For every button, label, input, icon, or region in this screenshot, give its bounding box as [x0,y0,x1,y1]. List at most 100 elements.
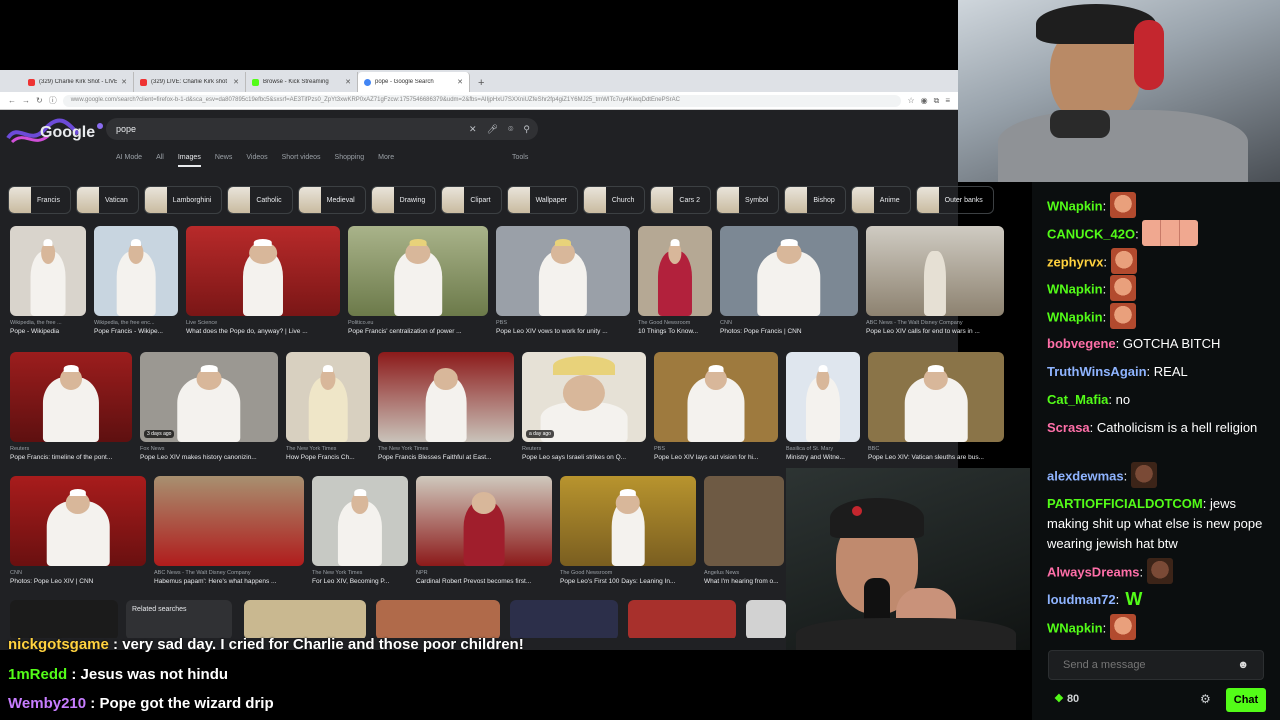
result-thumbnail[interactable] [868,352,1004,442]
close-icon[interactable]: ✕ [233,78,239,86]
result-thumbnail[interactable]: a day ago [522,352,646,442]
chat-username[interactable]: WNapkin [1047,309,1103,324]
chat-username[interactable]: Scrasa [1047,420,1090,435]
image-result[interactable]: Politico.eu Pope Francis' centralization… [348,226,488,335]
chip-wallpaper[interactable]: Wallpaper [506,186,578,214]
result-title[interactable]: Pope Leo XIV makes history canonizin... [140,454,278,461]
result-thumbnail[interactable] [378,352,514,442]
result-title[interactable]: Pope Francis - Wikipe... [94,328,178,335]
result-title[interactable]: Ministry and Witne... [786,454,860,461]
tab-shopping[interactable]: Shopping [335,154,365,167]
chip-drawing[interactable]: Drawing [370,186,437,214]
channel-points[interactable]: ❖ 80 [1054,692,1079,705]
chat-username[interactable]: bobvegene [1047,336,1116,351]
image-result[interactable]: Angelus News What I'm hearing from o... [704,476,784,585]
image-result[interactable]: The Good Newsroom Pope Leo's First 100 D… [560,476,696,585]
browser-tab-1[interactable]: (329) Charlie Kirk Shot - LIVE R ✕ [22,72,134,92]
chat-username[interactable]: loudman72 [1047,592,1116,607]
result-title[interactable]: Habemus papam': Here's what happens ... [154,578,304,585]
chip-anime[interactable]: Anime [850,186,911,214]
result-thumbnail[interactable] [746,600,786,638]
result-title[interactable]: What does the Pope do, anyway? | Live ..… [186,328,340,335]
chat-username[interactable]: WNapkin [1047,620,1103,635]
result-title[interactable]: How Pope Francis Ch... [286,454,370,461]
lens-icon[interactable]: ⌾ [508,124,513,135]
result-title[interactable]: What I'm hearing from o... [704,578,784,585]
new-tab-button[interactable]: + [470,77,492,92]
result-title[interactable]: Pope - Wikipedia [10,328,86,335]
extensions-icon[interactable]: ⧉ [934,96,940,106]
chat-username[interactable]: PARTIOFFICIALDOTCOM [1047,496,1203,511]
bookmark-star-icon[interactable]: ☆ [907,96,914,105]
chat-username[interactable]: Cat_Mafia [1047,392,1108,407]
result-title[interactable]: Pope Francis: timeline of the pont... [10,454,132,461]
search-input[interactable] [116,124,460,134]
result-thumbnail[interactable] [560,476,696,566]
result-thumbnail[interactable] [510,600,618,638]
image-result[interactable]: BBC Pope Leo XIV: Vatican sleuths are bu… [868,352,1004,461]
image-result[interactable]: Reuters Pope Francis: timeline of the po… [10,352,132,461]
close-icon[interactable]: ✕ [345,78,351,86]
browser-tab-3[interactable]: Browse - Kick Streaming ✕ [246,72,358,92]
chat-username[interactable]: WNapkin [1047,198,1103,213]
chip-clipart[interactable]: Clipart [441,186,502,214]
result-thumbnail[interactable] [638,226,712,316]
clear-icon[interactable]: ✕ [469,124,477,135]
result-thumbnail[interactable]: 3 days ago [140,352,278,442]
result-thumbnail[interactable] [94,226,178,316]
image-result[interactable]: NPR Cardinal Robert Prevost becomes firs… [416,476,552,585]
image-result[interactable]: PBS Pope Leo XIV vows to work for unity … [496,226,630,335]
image-result[interactable]: Basilica of St. Mary Ministry and Witne.… [786,352,860,461]
forward-icon[interactable]: → [22,96,30,105]
result-thumbnail[interactable] [866,226,1004,316]
chip-symbol[interactable]: Symbol [716,186,780,214]
chat-username[interactable]: alexdewmas [1047,468,1124,483]
result-thumbnail[interactable] [312,476,408,566]
result-thumbnail[interactable] [286,352,370,442]
result-title[interactable]: Cardinal Robert Prevost becomes first... [416,578,552,585]
image-result[interactable]: Wikipedia, the free enc... Pope Francis … [94,226,178,335]
result-thumbnail[interactable] [416,476,552,566]
image-result[interactable]: The New York Times For Leo XIV, Becoming… [312,476,408,585]
chat-send-button[interactable]: Chat [1226,688,1266,712]
result-thumbnail[interactable] [376,600,500,638]
browser-tab-2[interactable]: (329) LIVE: Charlie Kirk shot an ✕ [134,72,246,92]
gear-icon[interactable]: ⚙ [1200,692,1211,706]
image-result[interactable]: Wikipedia, the free ... Pope - Wikipedia [10,226,86,335]
url-field[interactable]: www.google.com/search?client=firefox-b-1… [62,94,902,107]
chip-medieval[interactable]: Medieval [297,186,366,214]
related-searches[interactable]: Related searches [126,600,232,638]
result-thumbnail[interactable] [704,476,784,566]
result-title[interactable]: Pope Leo says Israeli strikes on Q... [522,454,646,461]
image-result[interactable]: a day ago Reuters Pope Leo says Israeli … [522,352,646,461]
tab-news[interactable]: News [215,154,233,167]
image-result[interactable]: ABC News - The Walt Disney Company Habem… [154,476,304,585]
search-icon[interactable]: ⚲ [523,124,530,135]
result-thumbnail[interactable] [496,226,630,316]
tab-images[interactable]: Images [177,154,201,167]
menu-icon[interactable]: ≡ [945,96,950,105]
result-thumbnail[interactable] [786,352,860,442]
back-icon[interactable]: ← [8,96,16,105]
result-title[interactable]: Photos: Pope Leo XIV | CNN [10,578,146,585]
google-doodle-logo[interactable]: Google [4,116,108,150]
result-thumbnail[interactable] [186,226,340,316]
result-title[interactable]: Pope Leo XIV: Vatican sleuths are bus... [868,454,1004,461]
result-thumbnail[interactable] [10,476,146,566]
reload-icon[interactable]: ↻ [36,96,43,105]
result-title[interactable]: Photos: Pope Francis | CNN [720,328,858,335]
tab-ai-mode[interactable]: AI Mode [116,154,142,167]
chat-username[interactable]: WNapkin [1047,281,1103,296]
chip-vatican[interactable]: Vatican [75,186,139,214]
result-thumbnail[interactable] [348,226,488,316]
microphone-icon[interactable]: 🎤︎ [487,124,498,135]
emoji-icon[interactable]: ☻ [1237,659,1249,671]
result-title[interactable]: 10 Things To Know... [638,328,712,335]
image-result[interactable]: The New York Times How Pope Francis Ch..… [286,352,370,461]
chat-username[interactable]: CANUCK_42O [1047,226,1135,241]
result-title[interactable]: Pope Leo XIV calls for end to wars in ..… [866,328,1004,335]
result-thumbnail[interactable] [244,600,366,638]
result-title[interactable]: Pope Leo XIV lays out vision for hi... [654,454,778,461]
result-thumbnail[interactable] [628,600,736,638]
chip-francis[interactable]: Francis [8,186,71,214]
